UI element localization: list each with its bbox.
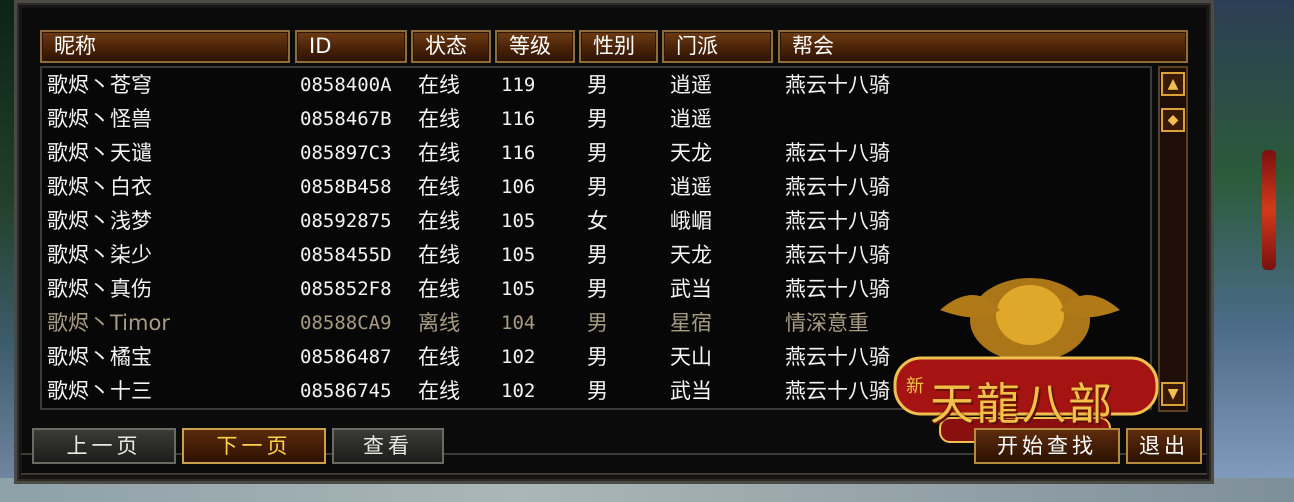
player-status: 在线: [418, 277, 460, 301]
player-nickname: 歌烬丶苍穹: [47, 73, 152, 97]
player-id: 0858B458: [300, 176, 392, 198]
player-guild: 燕云十八骑: [785, 277, 890, 301]
column-header-nickname[interactable]: 昵称: [40, 30, 290, 63]
player-guild: 燕云十八骑: [785, 209, 890, 233]
player-nickname: 歌烬丶柒少: [47, 243, 152, 267]
view-button[interactable]: 查看: [332, 428, 444, 464]
player-id: 085852F8: [300, 278, 392, 300]
player-guild: 燕云十八骑: [785, 243, 890, 267]
player-school: 武当: [670, 379, 712, 403]
player-school: 逍遥: [670, 175, 712, 199]
player-gender: 男: [587, 107, 608, 131]
player-status: 在线: [418, 175, 460, 199]
player-id: 08592875: [300, 210, 392, 232]
player-school: 星宿: [670, 311, 712, 335]
player-level: 105: [501, 210, 536, 232]
player-id: 0858467B: [300, 108, 392, 130]
player-nickname: 歌烬丶浅梦: [47, 209, 152, 233]
player-status: 在线: [418, 379, 460, 403]
player-status: 在线: [418, 209, 460, 233]
player-gender: 男: [587, 345, 608, 369]
player-gender: 男: [587, 175, 608, 199]
player-gender: 男: [587, 141, 608, 165]
player-guild: 燕云十八骑: [785, 345, 890, 369]
player-id: 08586487: [300, 346, 392, 368]
player-id: 08586745: [300, 380, 392, 402]
column-header-status[interactable]: 状态: [411, 30, 491, 63]
table-row[interactable]: 歌烬丶柒少 0858455D 在线 105 男 天龙 燕云十八骑: [42, 238, 1152, 272]
player-gender: 男: [587, 243, 608, 267]
player-guild: 燕云十八骑: [785, 141, 890, 165]
table-row[interactable]: 歌烬丶浅梦 08592875 在线 105 女 峨嵋 燕云十八骑: [42, 204, 1152, 238]
table-row[interactable]: 歌烬丶白衣 0858B458 在线 106 男 逍遥 燕云十八骑: [42, 170, 1152, 204]
player-gender: 男: [587, 379, 608, 403]
table-row[interactable]: 歌烬丶天谴 085897C3 在线 116 男 天龙 燕云十八骑: [42, 136, 1152, 170]
player-gender: 女: [587, 209, 608, 233]
player-guild: 情深意重: [785, 311, 869, 335]
column-header-gender[interactable]: 性别: [579, 30, 658, 63]
prev-page-button[interactable]: 上一页: [32, 428, 176, 464]
start-search-button[interactable]: 开始查找: [974, 428, 1120, 464]
player-level: 119: [501, 74, 536, 96]
player-id: 0858455D: [300, 244, 392, 266]
player-guild: 燕云十八骑: [785, 379, 890, 403]
player-nickname: 歌烬丶白衣: [47, 175, 152, 199]
player-status: 在线: [418, 345, 460, 369]
player-nickname: 歌烬丶天谴: [47, 141, 152, 165]
player-gender: 男: [587, 277, 608, 301]
player-level: 102: [501, 380, 536, 402]
player-id: 08588CA9: [300, 312, 392, 334]
column-header-id[interactable]: ID: [295, 30, 407, 63]
player-guild: 燕云十八骑: [785, 73, 890, 97]
player-school: 天龙: [670, 141, 712, 165]
player-level: 102: [501, 346, 536, 368]
player-gender: 男: [587, 73, 608, 97]
player-nickname: 歌烬丶十三: [47, 379, 152, 403]
player-gender: 男: [587, 311, 608, 335]
player-nickname: 歌烬丶Timor: [47, 311, 170, 335]
scroll-up-icon[interactable]: ▲: [1161, 72, 1185, 96]
next-page-button[interactable]: 下一页: [182, 428, 326, 464]
logo-title: 天龍八部: [930, 379, 1114, 430]
player-id: 0858400A: [300, 74, 392, 96]
player-school: 武当: [670, 277, 712, 301]
player-status: 在线: [418, 73, 460, 97]
player-status: 离线: [418, 311, 460, 335]
player-level: 116: [501, 142, 536, 164]
column-header-school[interactable]: 门派: [662, 30, 773, 63]
column-header-level[interactable]: 等级: [495, 30, 575, 63]
player-status: 在线: [418, 141, 460, 165]
column-header-guild[interactable]: 帮会: [778, 30, 1188, 63]
player-nickname: 歌烬丶怪兽: [47, 107, 152, 131]
player-level: 105: [501, 278, 536, 300]
player-school: 天龙: [670, 243, 712, 267]
background-scenery-right: [1210, 0, 1294, 502]
red-lantern-decoration: [1262, 150, 1276, 270]
player-level: 105: [501, 244, 536, 266]
player-level: 104: [501, 312, 536, 334]
table-row[interactable]: 歌烬丶怪兽 0858467B 在线 116 男 逍遥: [42, 102, 1152, 136]
scroll-thumb-icon[interactable]: ◆: [1161, 108, 1185, 132]
player-school: 逍遥: [670, 107, 712, 131]
player-nickname: 歌烬丶真伤: [47, 277, 152, 301]
player-level: 116: [501, 108, 536, 130]
logo-prefix: 新: [906, 376, 924, 397]
player-status: 在线: [418, 107, 460, 131]
player-id: 085897C3: [300, 142, 392, 164]
exit-button[interactable]: 退出: [1126, 428, 1202, 464]
player-school: 天山: [670, 345, 712, 369]
player-guild: 燕云十八骑: [785, 175, 890, 199]
player-nickname: 歌烬丶橘宝: [47, 345, 152, 369]
player-school: 逍遥: [670, 73, 712, 97]
player-school: 峨嵋: [670, 209, 712, 233]
table-row[interactable]: 歌烬丶苍穹 0858400A 在线 119 男 逍遥 燕云十八骑: [42, 68, 1152, 102]
player-status: 在线: [418, 243, 460, 267]
player-level: 106: [501, 176, 536, 198]
